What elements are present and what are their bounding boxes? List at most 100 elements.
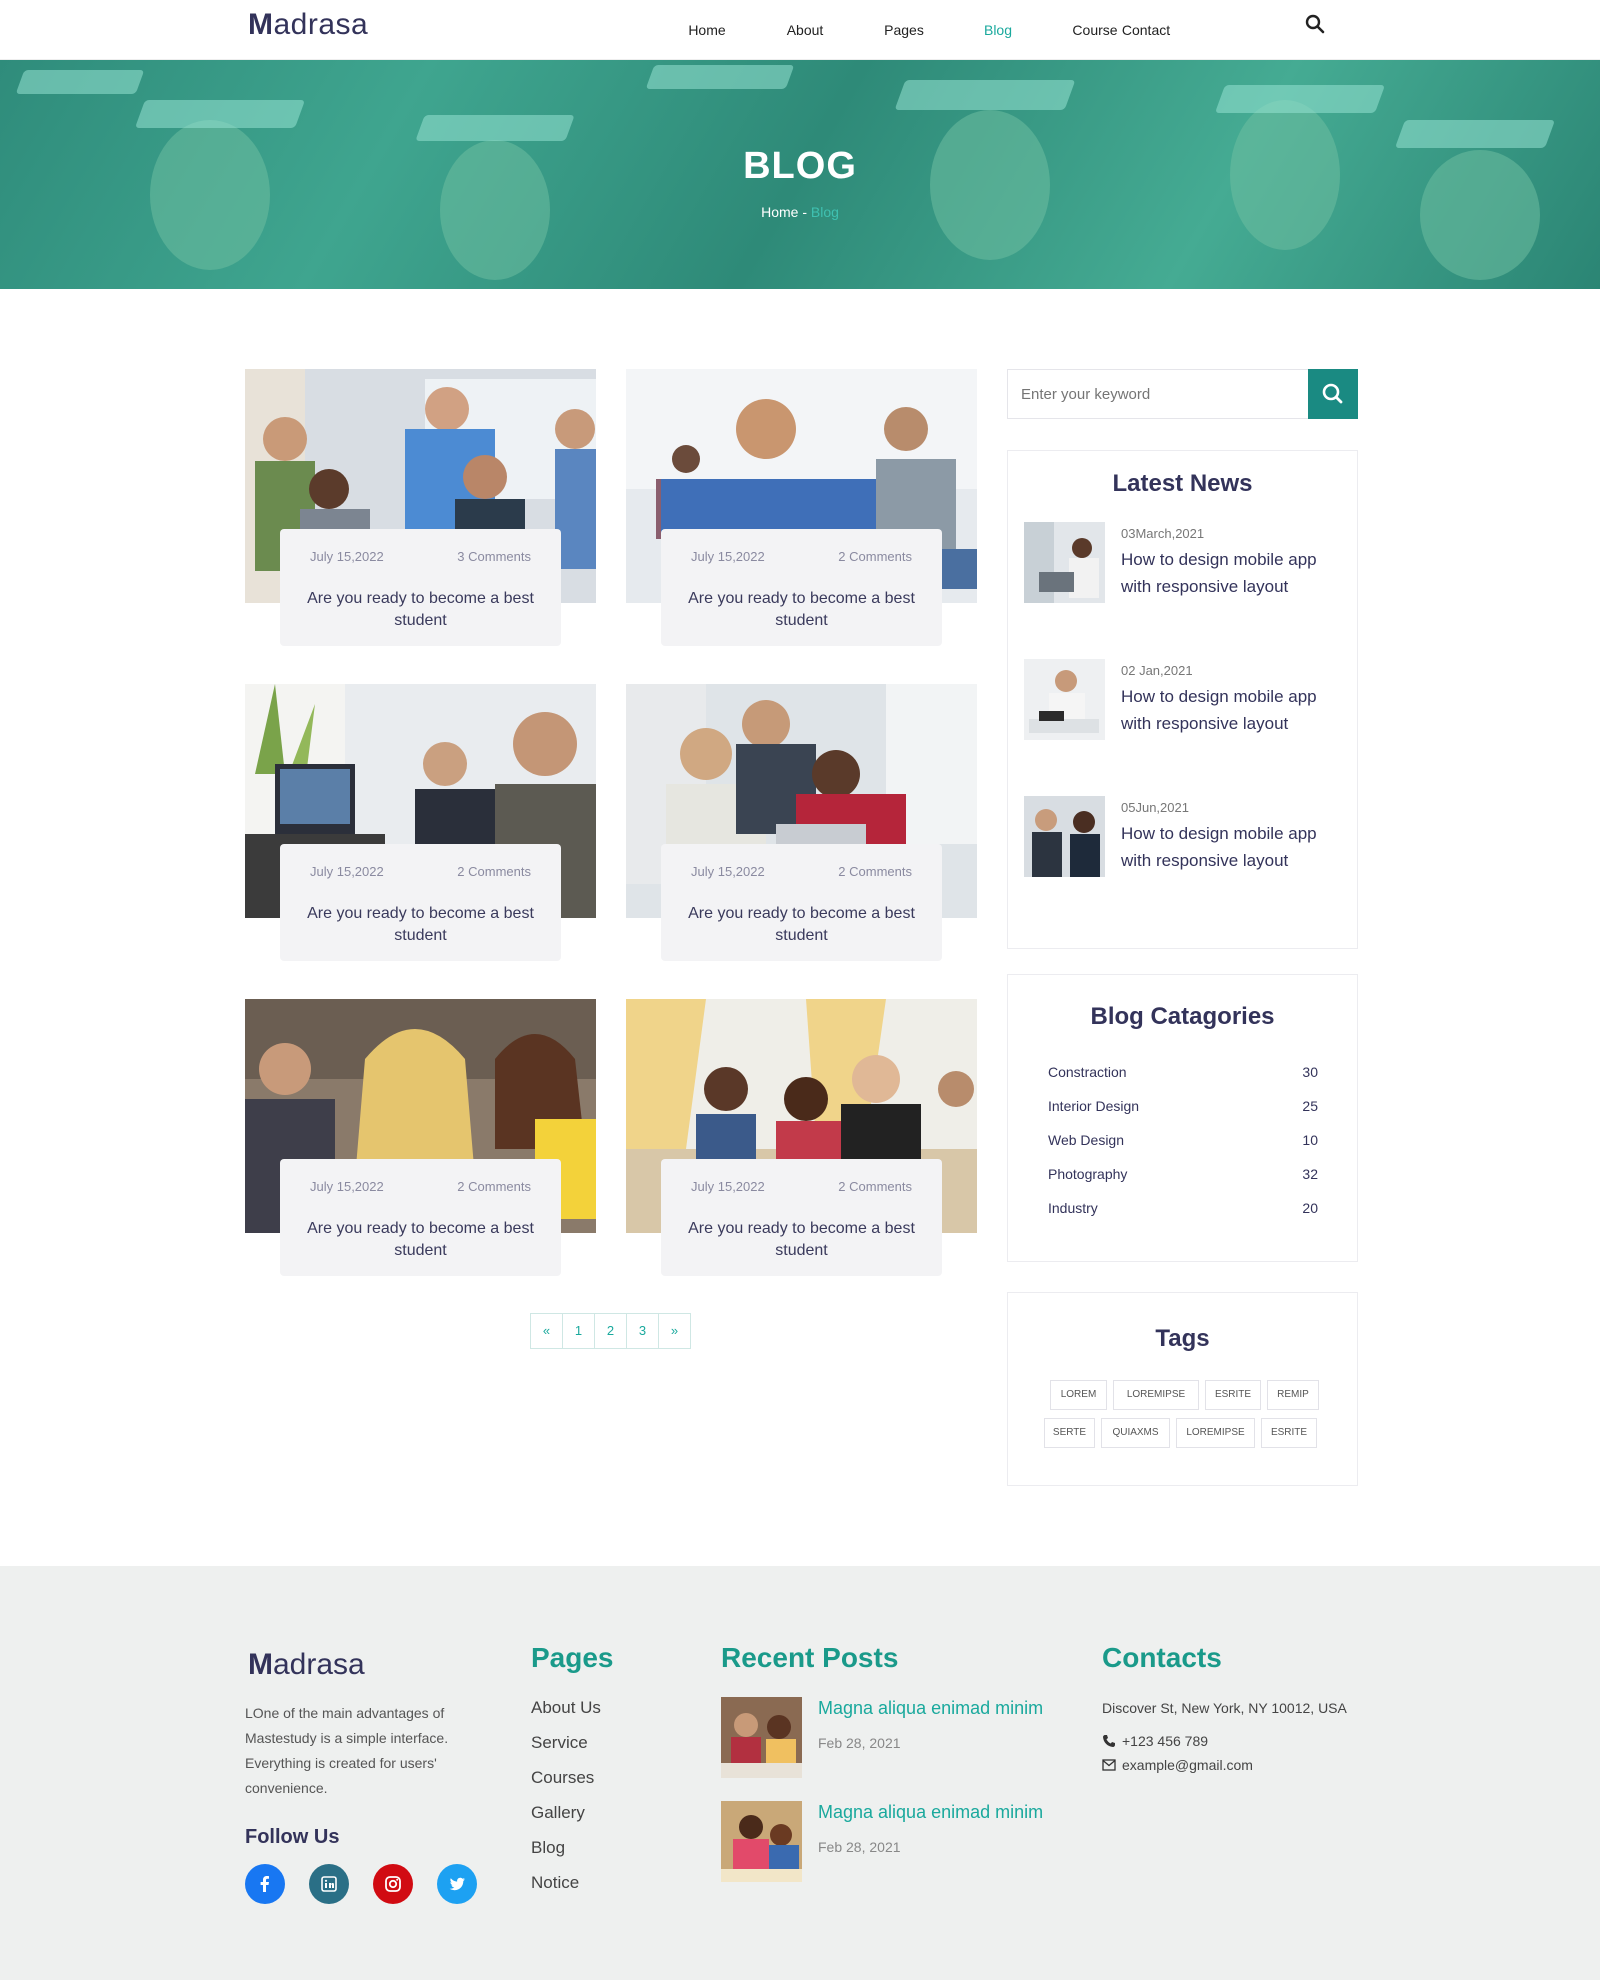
contact-email[interactable]: example@gmail.com xyxy=(1122,1757,1253,1773)
banner-cap xyxy=(1394,120,1556,148)
news-thumbnail[interactable] xyxy=(1024,659,1105,740)
footer-link-blog[interactable]: Blog xyxy=(531,1838,565,1858)
banner-cap xyxy=(1214,85,1386,113)
recent-post-thumbnail[interactable] xyxy=(721,1697,802,1778)
category-name[interactable]: Industry xyxy=(1048,1200,1098,1216)
footer-contacts-title: Contacts xyxy=(1102,1642,1222,1673)
blog-post-card[interactable]: July 15,2022 2 Comments Are you ready to … xyxy=(626,684,977,966)
tag-chip[interactable]: LOREM xyxy=(1050,1380,1107,1410)
category-item[interactable]: Industry 20 xyxy=(1048,1200,1318,1216)
blog-post-card[interactable]: July 15,2022 2 Comments Are you ready to … xyxy=(245,999,596,1281)
post-comments[interactable]: 2 Comments xyxy=(838,1179,912,1194)
news-title[interactable]: How to design mobile app with responsive… xyxy=(1121,820,1341,874)
breadcrumb: Home - Blog xyxy=(0,204,1600,220)
footer-link-service[interactable]: Service xyxy=(531,1733,588,1753)
search-icon[interactable] xyxy=(1305,14,1327,36)
banner-cap xyxy=(15,70,145,94)
tag-chip[interactable]: LOREMIPSE xyxy=(1176,1418,1255,1448)
tag-chip[interactable]: ESRITE xyxy=(1205,1380,1261,1410)
footer-pages-title: Pages xyxy=(531,1642,614,1673)
news-title[interactable]: How to design mobile app with responsive… xyxy=(1121,683,1341,737)
category-item[interactable]: Interior Design 25 xyxy=(1048,1098,1318,1114)
category-name[interactable]: Interior Design xyxy=(1048,1098,1139,1114)
linkedin-icon[interactable] xyxy=(309,1864,349,1904)
post-title[interactable]: Are you ready to become a best student xyxy=(300,588,541,632)
search-input[interactable] xyxy=(1008,370,1308,418)
footer-link-courses[interactable]: Courses xyxy=(531,1768,594,1788)
news-item[interactable]: 02 Jan,2021 How to design mobile app wit… xyxy=(1024,659,1344,769)
latest-news-panel: Latest News 03March,2021 How to design m… xyxy=(1007,450,1358,949)
nav-blog[interactable]: Blog xyxy=(951,22,1045,38)
banner-figure xyxy=(150,120,270,270)
twitter-icon[interactable] xyxy=(437,1864,477,1904)
recent-post-date: Feb 28, 2021 xyxy=(818,1839,901,1855)
post-title[interactable]: Are you ready to become a best student xyxy=(681,588,922,632)
category-name[interactable]: Web Design xyxy=(1048,1132,1124,1148)
category-item[interactable]: Web Design 10 xyxy=(1048,1132,1318,1148)
post-comments[interactable]: 2 Comments xyxy=(838,549,912,564)
banner-cap xyxy=(894,80,1076,110)
site-header: Madrasa Home About Pages Blog Course Con… xyxy=(0,0,1600,60)
blog-post-card[interactable]: July 15,2022 3 Comments Are you ready to … xyxy=(245,369,596,651)
blog-post-card[interactable]: July 15,2022 2 Comments Are you ready to … xyxy=(245,684,596,966)
pagination-page[interactable]: 3 xyxy=(626,1313,659,1349)
news-title[interactable]: How to design mobile app with responsive… xyxy=(1121,546,1341,600)
post-comments[interactable]: 2 Comments xyxy=(838,864,912,879)
tag-chip[interactable]: ESRITE xyxy=(1261,1418,1317,1448)
tag-chip[interactable]: QUIAXMS xyxy=(1101,1418,1170,1448)
post-comments[interactable]: 2 Comments xyxy=(457,864,531,879)
tag-chip[interactable]: REMIP xyxy=(1267,1380,1319,1410)
pagination-prev[interactable]: « xyxy=(530,1313,563,1349)
contact-phone-row[interactable]: +123 456 789 xyxy=(1102,1733,1208,1749)
post-date: July 15,2022 xyxy=(310,1179,384,1194)
post-title[interactable]: Are you ready to become a best student xyxy=(681,903,922,947)
blog-post-card[interactable]: July 15,2022 2 Comments Are you ready to … xyxy=(626,369,977,651)
breadcrumb-home[interactable]: Home xyxy=(761,204,798,220)
news-item[interactable]: 05Jun,2021 How to design mobile app with… xyxy=(1024,796,1344,906)
pagination-page[interactable]: 2 xyxy=(594,1313,627,1349)
nav-contact[interactable]: Contact xyxy=(1099,22,1193,38)
post-comments[interactable]: 3 Comments xyxy=(457,549,531,564)
category-name[interactable]: Photography xyxy=(1048,1166,1127,1182)
logo[interactable]: Madrasa xyxy=(248,8,368,42)
recent-post-thumbnail[interactable] xyxy=(721,1801,802,1882)
search-submit-button[interactable] xyxy=(1308,369,1358,419)
contact-phone[interactable]: +123 456 789 xyxy=(1122,1733,1208,1749)
pagination-next[interactable]: » xyxy=(658,1313,691,1349)
tag-chip[interactable]: SERTE xyxy=(1044,1418,1095,1448)
pagination-page[interactable]: 1 xyxy=(562,1313,595,1349)
mail-icon xyxy=(1102,1759,1116,1771)
post-summary: July 15,2022 2 Comments Are you ready to … xyxy=(661,1159,942,1276)
post-comments[interactable]: 2 Comments xyxy=(457,1179,531,1194)
nav-home[interactable]: Home xyxy=(660,22,754,38)
banner-cap xyxy=(645,65,795,89)
post-title[interactable]: Are you ready to become a best student xyxy=(300,903,541,947)
post-title[interactable]: Are you ready to become a best student xyxy=(681,1218,922,1262)
facebook-icon[interactable] xyxy=(245,1864,285,1904)
footer-link-gallery[interactable]: Gallery xyxy=(531,1803,585,1823)
recent-post-title[interactable]: Magna aliqua enimad minim xyxy=(818,1802,1043,1823)
pagination: « 1 2 3 » xyxy=(530,1313,691,1349)
news-thumbnail[interactable] xyxy=(1024,522,1105,603)
tag-chip[interactable]: LOREMIPSE xyxy=(1113,1380,1199,1410)
nav-pages[interactable]: Pages xyxy=(857,22,951,38)
latest-news-title: Latest News xyxy=(1112,470,1253,497)
footer-logo[interactable]: Madrasa xyxy=(248,1648,365,1682)
nav-about[interactable]: About xyxy=(758,22,852,38)
footer-link-about[interactable]: About Us xyxy=(531,1698,601,1718)
blog-post-card[interactable]: July 15,2022 2 Comments Are you ready to … xyxy=(626,999,977,1281)
category-item[interactable]: Constraction 30 xyxy=(1048,1064,1318,1080)
contact-email-row[interactable]: example@gmail.com xyxy=(1102,1757,1253,1773)
post-date: July 15,2022 xyxy=(691,864,765,879)
recent-post-title[interactable]: Magna aliqua enimad minim xyxy=(818,1698,1043,1719)
post-summary: July 15,2022 2 Comments Are you ready to … xyxy=(280,1159,561,1276)
category-name[interactable]: Constraction xyxy=(1048,1064,1127,1080)
category-item[interactable]: Photography 32 xyxy=(1048,1166,1318,1182)
footer-link-notice[interactable]: Notice xyxy=(531,1873,579,1893)
post-title[interactable]: Are you ready to become a best student xyxy=(300,1218,541,1262)
news-item[interactable]: 03March,2021 How to design mobile app wi… xyxy=(1024,522,1344,632)
instagram-icon[interactable] xyxy=(373,1864,413,1904)
news-thumbnail[interactable] xyxy=(1024,796,1105,877)
tags-title: Tags xyxy=(1155,1325,1210,1352)
footer-description: LOne of the main advantages of Mastestud… xyxy=(245,1705,449,1796)
